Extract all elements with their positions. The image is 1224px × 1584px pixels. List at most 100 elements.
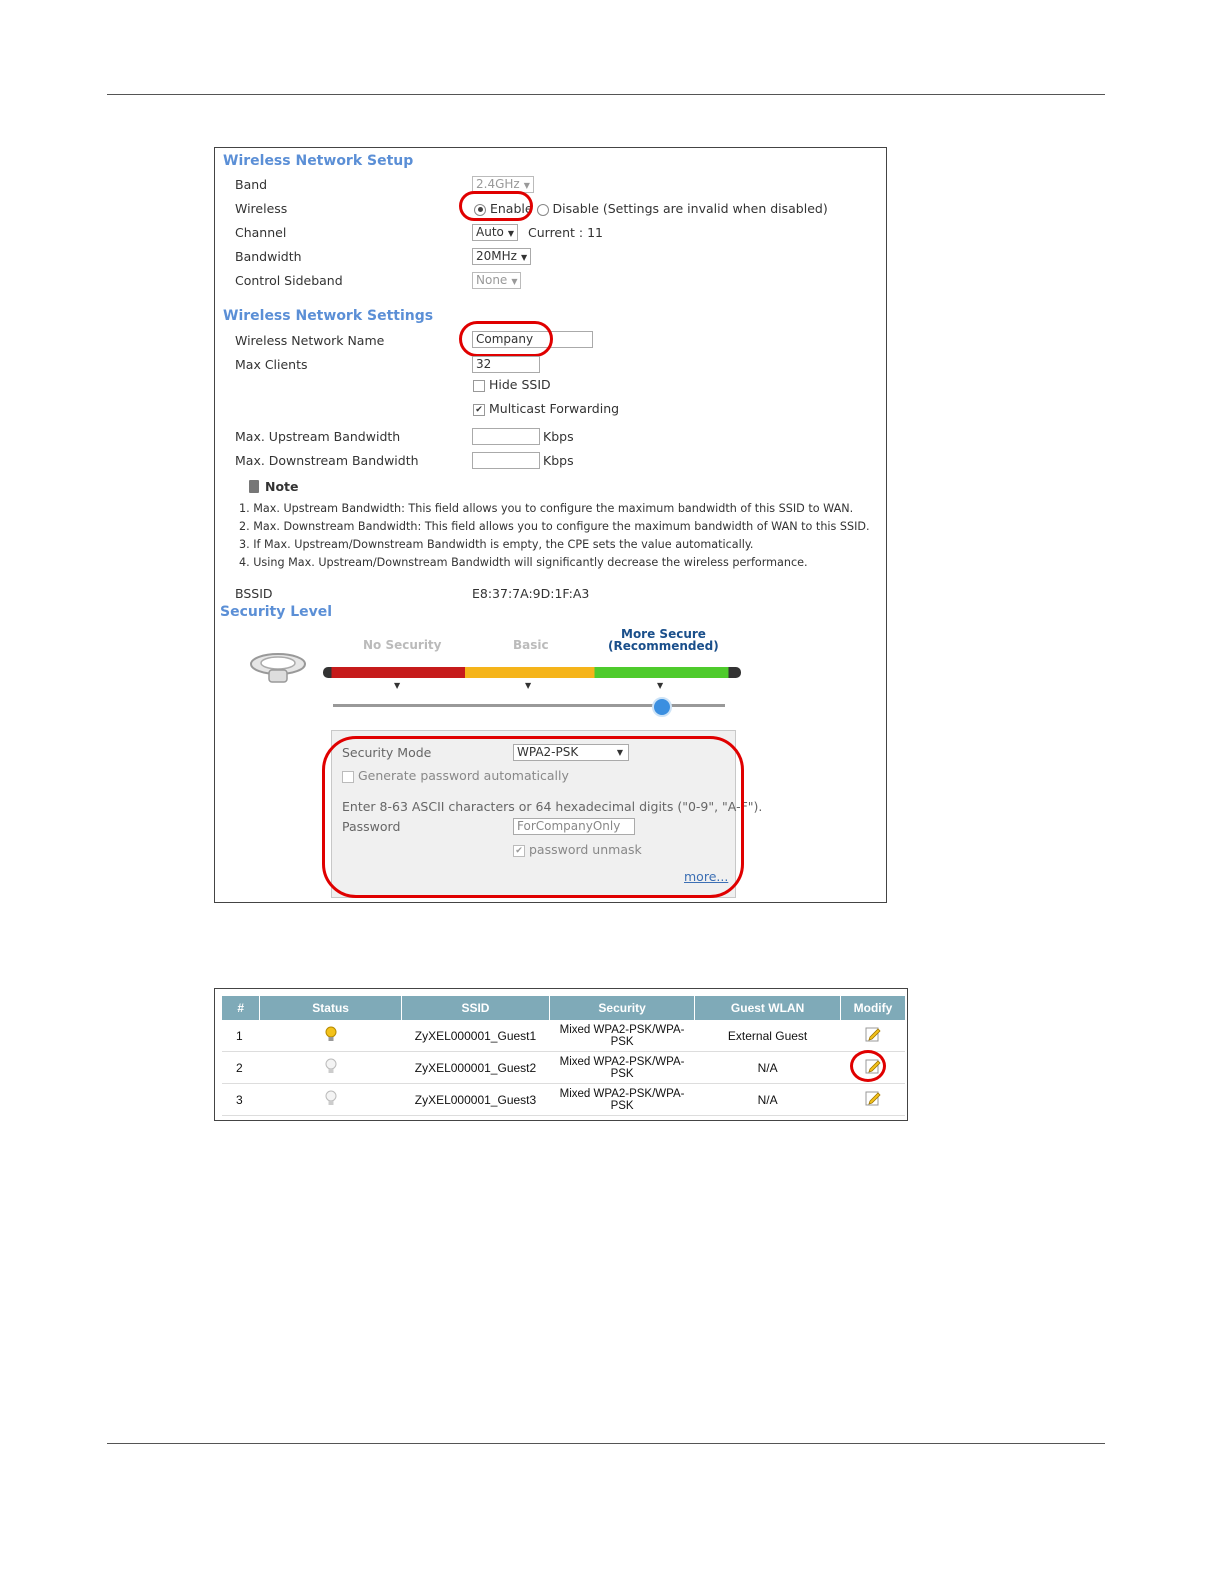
row-num: 2	[222, 1051, 260, 1084]
downstream-unit: Kbps	[543, 453, 574, 468]
disable-label: Disable (Settings are invalid when disab…	[552, 201, 828, 216]
downstream-label: Max. Downstream Bandwidth	[235, 453, 419, 468]
modify-cell	[840, 1083, 905, 1116]
name-highlight	[459, 321, 553, 357]
level-recommended: (Recommended)	[608, 639, 719, 653]
wireless-table: # Status SSID Security Guest WLAN Modify…	[222, 996, 905, 1116]
channel-label: Channel	[235, 225, 287, 240]
multicast-checkbox[interactable]: ✔	[473, 403, 485, 416]
upstream-unit: Kbps	[543, 429, 574, 444]
downstream-input[interactable]	[472, 452, 540, 469]
wireless-settings-panel: Wireless Network Setup Band 2.4GHz ▼ Wire…	[214, 147, 887, 903]
footer-rule	[107, 1443, 1105, 1444]
modify-highlight	[850, 1050, 887, 1082]
header-ssid: SSID	[401, 996, 550, 1020]
security-line-1: Mixed WPA2-PSK/WPA-	[559, 1087, 685, 1100]
modify-cell	[840, 1050, 905, 1084]
chevron-down-icon: ▼	[511, 277, 518, 286]
header-num: #	[222, 996, 261, 1020]
header-status: Status	[259, 996, 402, 1020]
header-security: Security	[549, 996, 696, 1020]
settings-title: Wireless Network Settings	[223, 308, 434, 324]
bandwidth-select[interactable]: 20MHz ▼	[472, 248, 532, 265]
bulb-on-icon	[325, 1026, 337, 1041]
channel-current: Current : 11	[528, 225, 604, 240]
bulb-off-icon	[325, 1058, 337, 1073]
security-line-2: PSK	[610, 1067, 634, 1080]
chevron-down-icon: ▼	[507, 229, 515, 238]
security-line-2: PSK	[610, 1035, 634, 1048]
sideband-select: None ▼	[472, 272, 522, 289]
security-line-1: Mixed WPA2-PSK/WPA-	[559, 1023, 685, 1036]
status-cell	[259, 1083, 402, 1116]
guest-cell: N/A	[694, 1083, 841, 1116]
table-row: 1 ZyXEL000001_Guest1 Mixed WPA2-PSK/WPA-…	[222, 1020, 905, 1052]
setup-title: Wireless Network Setup	[223, 153, 414, 169]
edit-icon[interactable]	[865, 1090, 881, 1106]
bssid-value: E8:37:7A:9D:1F:A3	[472, 586, 590, 601]
chevron-down-icon: ▼	[523, 181, 530, 190]
wireless-label: Wireless	[235, 201, 288, 216]
guest-cell: N/A	[694, 1051, 841, 1084]
security-line-2: PSK	[610, 1099, 634, 1112]
disable-radio[interactable]	[536, 203, 549, 216]
marker-no-security: ▼	[394, 681, 401, 690]
note-title: Note	[265, 479, 299, 494]
modify-cell	[840, 1020, 905, 1052]
ssid-cell: ZyXEL000001_Guest2	[401, 1051, 550, 1084]
table-row: 2 ZyXEL000001_Guest2 Mixed WPA2-PSK/WPA-…	[222, 1050, 905, 1084]
sideband-value: None	[476, 273, 508, 287]
hide-ssid-option[interactable]: Hide SSID	[473, 377, 551, 392]
note-icon	[249, 480, 259, 493]
hide-ssid-label: Hide SSID	[488, 377, 551, 392]
security-title: Security Level	[220, 604, 333, 620]
chevron-down-icon: ▼	[520, 253, 528, 262]
channel-select[interactable]: Auto ▼	[472, 224, 519, 241]
row-num: 1	[222, 1020, 260, 1052]
max-clients-value: 32	[476, 357, 492, 371]
upstream-input[interactable]	[472, 428, 540, 445]
network-name-label: Wireless Network Name	[235, 333, 385, 348]
max-clients-input[interactable]: 32	[472, 356, 540, 373]
hide-ssid-checkbox[interactable]	[473, 379, 485, 392]
enable-highlight	[459, 191, 533, 221]
table-header-row: # Status SSID Security Guest WLAN Modify	[222, 996, 905, 1020]
level-basic[interactable]: Basic	[513, 638, 549, 652]
bulb-off-icon	[325, 1090, 337, 1105]
security-line-1: Mixed WPA2-PSK/WPA-	[559, 1055, 685, 1068]
header-modify: Modify	[840, 996, 905, 1020]
edit-icon[interactable]	[865, 1026, 881, 1042]
security-slider-handle[interactable]	[652, 697, 672, 717]
row-num: 3	[222, 1083, 260, 1116]
security-level-bar	[323, 667, 741, 678]
status-cell	[259, 1020, 402, 1052]
bandwidth-value: 20MHz	[476, 249, 517, 263]
note-line-3: 3. If Max. Upstream/Downstream Bandwidth…	[239, 538, 754, 551]
bandwidth-label: Bandwidth	[235, 249, 302, 264]
band-value: 2.4GHz	[476, 177, 520, 191]
header-rule	[107, 94, 1105, 95]
router-icon	[250, 653, 306, 683]
security-box-highlight	[322, 736, 744, 898]
note-line-2: 2. Max. Downstream Bandwidth: This field…	[239, 520, 870, 533]
header-guest-wlan: Guest WLAN	[694, 996, 841, 1020]
note-line-4: 4. Using Max. Upstream/Downstream Bandwi…	[239, 556, 808, 569]
ssid-cell: ZyXEL000001_Guest3	[401, 1083, 550, 1116]
note-line-1: 1. Max. Upstream Bandwidth: This field a…	[239, 502, 854, 515]
bssid-label: BSSID	[235, 586, 273, 601]
max-clients-label: Max Clients	[235, 357, 308, 372]
ssid-cell: ZyXEL000001_Guest1	[401, 1020, 550, 1052]
table-row: 3 ZyXEL000001_Guest3 Mixed WPA2-PSK/WPA-…	[222, 1083, 905, 1116]
guest-cell: External Guest	[694, 1020, 841, 1052]
security-cell: Mixed WPA2-PSK/WPA- PSK	[549, 1051, 695, 1084]
band-label: Band	[235, 177, 268, 192]
marker-more-secure: ▼	[657, 681, 664, 690]
channel-value: Auto	[476, 225, 504, 239]
level-no-security[interactable]: No Security	[363, 638, 442, 652]
multicast-option[interactable]: ✔ Multicast Forwarding	[473, 401, 619, 416]
multicast-label: Multicast Forwarding	[488, 401, 620, 416]
sideband-label: Control Sideband	[235, 273, 343, 288]
wireless-list-panel: # Status SSID Security Guest WLAN Modify…	[214, 988, 908, 1121]
security-cell: Mixed WPA2-PSK/WPA- PSK	[549, 1083, 695, 1116]
status-cell	[259, 1051, 402, 1084]
